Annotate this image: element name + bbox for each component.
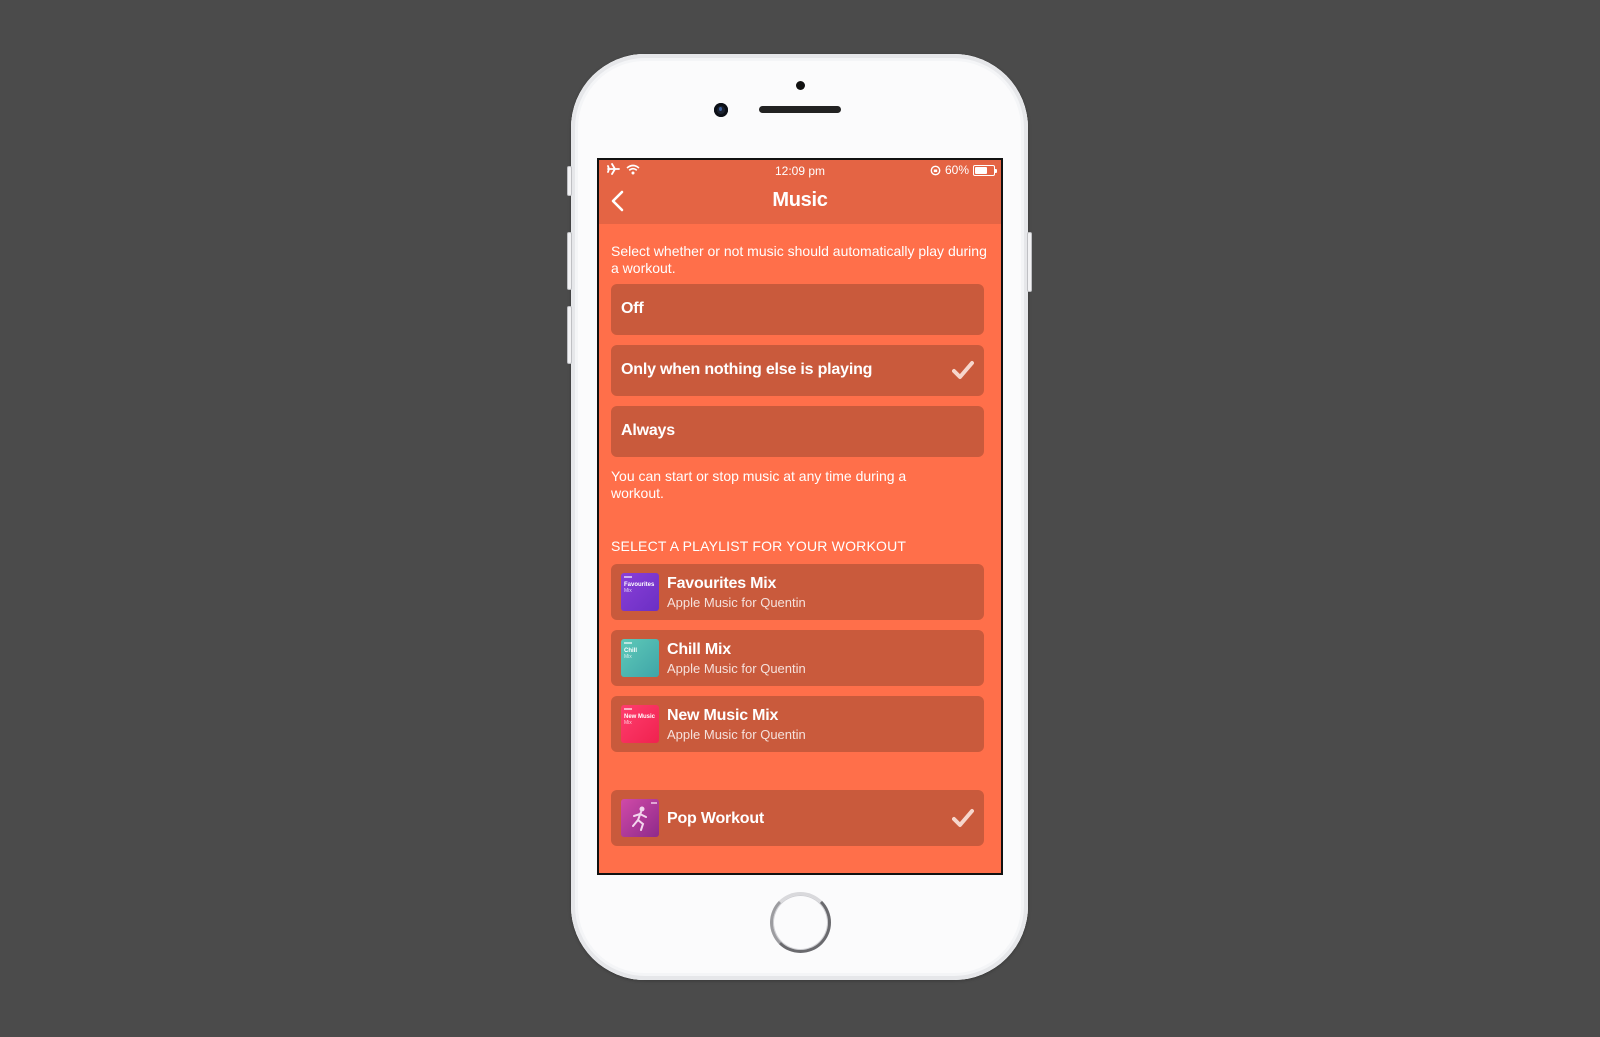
mute-switch [567,166,572,196]
page-title: Music [772,189,828,211]
option-label: Off [621,300,644,317]
playlist-item-new-music-mix[interactable]: New Music Mix New Music Mix Apple Music … [611,696,984,752]
option-only-when-nothing-playing[interactable]: Only when nothing else is playing [611,345,984,396]
autoplay-footer: You can start or stop music at any time … [611,468,907,501]
orientation-lock-icon [930,165,941,175]
checkmark-icon [952,809,974,827]
playlist-artwork: Chill Mix [621,639,659,677]
proximity-sensor [796,81,805,90]
app-screen: 12:09 pm 60% Music Select whether or not… [597,158,1003,875]
playlist-title: Pop Workout [667,810,765,827]
option-off[interactable]: Off [611,284,984,335]
option-always[interactable]: Always [611,406,984,457]
battery-icon [973,164,997,176]
playlist-artwork: Favourites Mix [621,573,659,611]
playlist-subtitle: Apple Music for Quentin [667,727,806,742]
playlist-title: Favourites Mix [667,575,777,592]
option-label: Only when nothing else is playing [621,361,873,378]
power-button [1027,232,1032,292]
playlist-title: Chill Mix [667,641,731,658]
option-label: Always [621,422,675,439]
autoplay-description: Select whether or not music should autom… [611,243,987,276]
playlist-artwork [621,799,659,837]
earpiece-speaker [759,106,841,113]
front-camera [714,103,728,117]
navigation-bar: 12:09 pm 60% Music [599,160,1001,224]
playlist-title: New Music Mix [667,707,779,724]
home-button[interactable] [770,892,831,953]
checkmark-icon [952,361,974,379]
volume-up-button [567,232,572,290]
battery-percent: 60% [944,163,969,177]
playlist-item-favourites-mix[interactable]: Favourites Mix Favourites Mix Apple Musi… [611,564,984,620]
playlist-artwork: New Music Mix [621,705,659,743]
playlist-subtitle: Apple Music for Quentin [667,661,806,676]
runner-icon [632,802,657,831]
playlist-subtitle: Apple Music for Quentin [667,595,806,610]
status-bar: 12:09 pm 60% [599,160,1001,182]
playlist-item-chill-mix[interactable]: Chill Mix Chill Mix Apple Music for Quen… [611,630,984,686]
selected-playlist-pop-workout[interactable]: Pop Workout [611,790,984,846]
volume-down-button [567,306,572,364]
playlist-section-header: SELECT A PLAYLIST FOR YOUR WORKOUT [611,538,907,554]
